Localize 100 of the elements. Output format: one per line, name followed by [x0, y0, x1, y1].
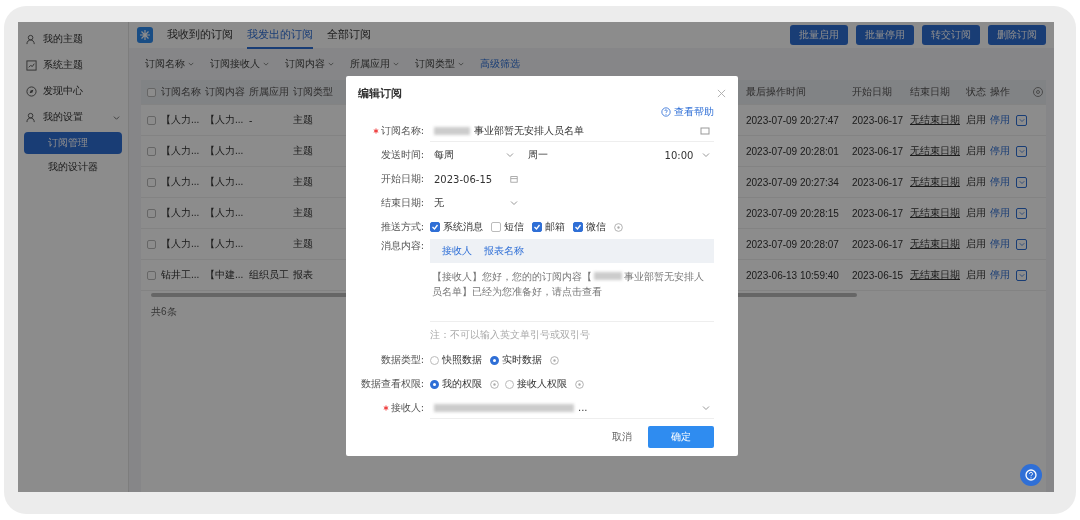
confirm-button[interactable]: 确定: [648, 426, 714, 448]
caret-icon: [510, 199, 518, 207]
more-icon[interactable]: [1016, 176, 1027, 188]
name-input-field[interactable]: 事业部暂无安排人员名单: [430, 120, 714, 142]
compass-icon: [26, 85, 37, 97]
message-editor[interactable]: 接收人 报表名称 【接收人】您好，您的的订阅内容【 事业部暂无安排人员名单】已经为您准备好，请点击查看: [430, 239, 714, 322]
filter-dropdown[interactable]: 订阅接收人: [210, 57, 269, 71]
toolbar-button[interactable]: 批量停用: [856, 25, 914, 45]
help-icon: [1025, 469, 1037, 481]
sidebar-item[interactable]: 系统主题: [18, 52, 128, 78]
table-cell-text: 启用: [966, 113, 987, 127]
sidebar-item[interactable]: 我的设置: [18, 104, 128, 130]
table-cell-text: 无结束日期: [910, 268, 961, 282]
toolbar-button[interactable]: 转交订阅: [922, 25, 980, 45]
filter-dropdown[interactable]: 订阅类型: [415, 57, 464, 71]
filter-dropdown[interactable]: 所属应用: [350, 57, 399, 71]
disable-link[interactable]: 停用: [990, 144, 1010, 158]
more-icon[interactable]: [1016, 238, 1027, 250]
push-checkbox[interactable]: 系统消息: [430, 220, 483, 234]
cancel-button[interactable]: 取消: [606, 429, 638, 445]
caret-icon: [328, 61, 334, 67]
table-cell-text: 启用: [966, 206, 987, 220]
sidebar-subitem[interactable]: 订阅管理: [24, 132, 122, 154]
note-text: 注：不可以输入英文单引号或双引号: [429, 328, 591, 342]
checkbox[interactable]: [146, 239, 156, 249]
table-cell-text: 【人力...: [161, 206, 201, 220]
filter-dropdown[interactable]: 订阅名称: [145, 57, 194, 71]
table-cell-text: 启用: [966, 268, 987, 282]
calendar-icon: [510, 175, 518, 183]
checkbox[interactable]: [146, 177, 156, 187]
disable-link[interactable]: 停用: [990, 268, 1010, 282]
disable-link[interactable]: 停用: [990, 237, 1010, 251]
caret-icon: [393, 61, 399, 67]
table-cell-text: 2023-06-17: [852, 114, 905, 126]
disable-link[interactable]: 停用: [990, 113, 1010, 127]
caret-icon: [188, 61, 194, 67]
time-select[interactable]: 10:00: [660, 145, 714, 165]
table-cell-text: 2023-06-17: [852, 145, 905, 157]
app-logo-icon: [137, 27, 153, 43]
variable-tag[interactable]: 接收人: [440, 243, 474, 259]
filter-dropdown[interactable]: 订阅内容: [285, 57, 334, 71]
table-cell-text: 【人力...: [161, 175, 201, 189]
table-cell-text: 主题: [293, 113, 314, 127]
table-cell-text: 主题: [293, 237, 314, 251]
checkbox[interactable]: [146, 208, 156, 218]
sidebar-subitem[interactable]: 我的设计器: [24, 156, 122, 178]
table-cell-text: 【人力...: [205, 113, 245, 127]
push-checkbox[interactable]: 微信: [573, 220, 606, 234]
table-cell-text: 2023-06-17: [852, 238, 905, 250]
help-icon: [614, 222, 623, 232]
toolbar-button[interactable]: 删除订阅: [988, 25, 1046, 45]
help-icon[interactable]: [661, 107, 671, 117]
sidebar-item[interactable]: 发现中心: [18, 78, 128, 104]
settings-icon[interactable]: [1032, 86, 1044, 98]
help-link[interactable]: 查看帮助: [674, 105, 714, 119]
table-cell-text: 【人力...: [161, 113, 201, 127]
date-picker[interactable]: 2023-06-15: [430, 169, 522, 189]
table-cell-text: 【人力...: [161, 144, 201, 158]
total-count: 共6条: [150, 305, 178, 319]
table-cell-text: 主题: [293, 175, 314, 189]
receiver-select[interactable]: ...: [430, 397, 714, 419]
variable-tag[interactable]: 报表名称: [482, 243, 526, 259]
table-cell-text: 【人力...: [205, 206, 245, 220]
data-type-radio[interactable]: 快照数据: [430, 353, 482, 367]
checkbox[interactable]: [146, 146, 156, 156]
permission-radio[interactable]: 接收人权限: [505, 377, 567, 391]
more-icon[interactable]: [1016, 145, 1027, 157]
column-header: 所属应用: [249, 85, 290, 99]
caret-icon: [458, 61, 464, 67]
tab[interactable]: 全部订阅: [327, 22, 371, 49]
tab[interactable]: 我发出的订阅: [247, 22, 313, 49]
toolbar-button[interactable]: 批量启用: [790, 25, 848, 45]
column-header: 订阅名称: [161, 85, 202, 99]
advanced-filter-link[interactable]: 高级筛选: [480, 57, 520, 71]
data-type-radio[interactable]: 实时数据: [490, 353, 542, 367]
close-icon[interactable]: [717, 89, 726, 98]
column-header: 开始日期: [852, 85, 893, 99]
more-icon[interactable]: [1016, 269, 1027, 281]
checkbox[interactable]: [146, 270, 156, 280]
more-icon[interactable]: [1016, 114, 1027, 126]
more-icon[interactable]: [1016, 207, 1027, 219]
day-select[interactable]: 周一: [523, 145, 655, 165]
checkbox[interactable]: [146, 115, 156, 125]
table-cell-text: 2023-06-17: [852, 207, 905, 219]
push-checkbox[interactable]: 邮箱: [532, 220, 565, 234]
tab[interactable]: 我收到的订阅: [167, 22, 233, 49]
field-label: 数据查看权限:: [360, 377, 424, 391]
checkbox[interactable]: [146, 87, 156, 97]
table-cell-text: 无结束日期: [910, 113, 961, 127]
table-cell-text: 2023-07-09 20:28:07: [746, 238, 840, 250]
disable-link[interactable]: 停用: [990, 206, 1010, 220]
frequency-select[interactable]: 每周: [430, 145, 518, 165]
sidebar-item[interactable]: 我的主题: [18, 26, 128, 52]
end-date-select[interactable]: 无: [430, 193, 522, 213]
table-cell-text: 【人力...: [205, 144, 245, 158]
field-label: 订阅名称:: [380, 124, 424, 138]
permission-radio[interactable]: 我的权限: [430, 377, 482, 391]
push-checkbox[interactable]: 短信: [491, 220, 524, 234]
table-cell-text: 无结束日期: [910, 237, 961, 251]
disable-link[interactable]: 停用: [990, 175, 1010, 189]
